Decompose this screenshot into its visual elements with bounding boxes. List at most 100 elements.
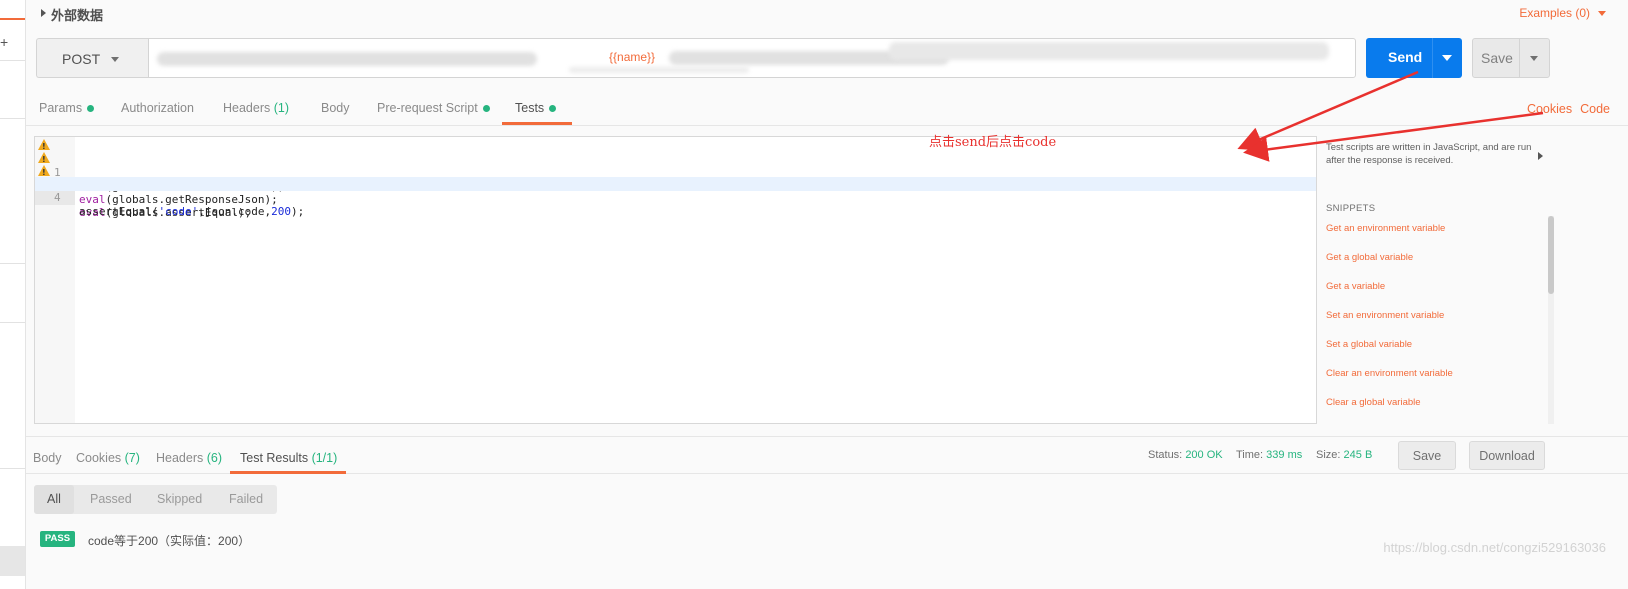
warning-icon	[38, 152, 50, 167]
tests-code-editor[interactable]: 1 eval(globals.assertNotTimeout); 2 eval…	[34, 136, 1317, 424]
tab-tests[interactable]: Tests	[515, 101, 557, 115]
download-button[interactable]: Download	[1469, 441, 1545, 470]
tab-label: Params	[39, 101, 83, 115]
tab-body[interactable]: Body	[321, 101, 350, 115]
tab-response-body[interactable]: Body	[33, 451, 62, 465]
sidebar-selected-item[interactable]	[0, 546, 25, 576]
snippet-link[interactable]: Get a global variable	[1326, 252, 1413, 263]
expand-panel-arrow-icon[interactable]	[1538, 152, 1543, 160]
snippet-link[interactable]: Clear an environment variable	[1326, 368, 1453, 379]
cookies-link[interactable]: Cookies	[1527, 102, 1572, 116]
snippet-link[interactable]: Set an environment variable	[1326, 310, 1444, 321]
filter-passed[interactable]: Passed	[90, 492, 132, 506]
method-select[interactable]: POST	[36, 38, 148, 78]
redacted-url-segment	[569, 67, 749, 73]
tab-test-results[interactable]: Test Results (1/1)	[240, 451, 337, 465]
response-time: Time: 339 ms	[1236, 449, 1302, 461]
new-folder-icon[interactable]: +	[0, 34, 8, 50]
tab-label: Body	[33, 451, 62, 465]
tab-count: (1/1)	[311, 451, 338, 465]
tab-label: Body	[321, 101, 350, 115]
warning-icon	[38, 139, 50, 154]
request-links: Cookies Code	[1527, 102, 1610, 116]
sidebar-divider	[0, 322, 25, 323]
tab-label: Test Results	[240, 451, 312, 465]
tab-count: (6)	[206, 451, 223, 465]
code-text: assertEqual('code',json.code,200);	[79, 205, 305, 218]
save-request-button[interactable]: Save	[1472, 38, 1550, 78]
snippet-link[interactable]: Clear a global variable	[1326, 397, 1421, 408]
redacted-url-segment	[157, 52, 537, 66]
examples-label: Examples (0)	[1519, 6, 1590, 20]
size-value[interactable]: 245 B	[1344, 449, 1373, 461]
active-tab-indicator	[502, 122, 572, 125]
sidebar-active-indicator	[0, 18, 25, 20]
warning-icon	[38, 165, 50, 180]
tab-pre-request-script[interactable]: Pre-request Script	[377, 101, 490, 115]
status-dot-icon	[87, 105, 95, 113]
app-window: + 外部数据 Examples (0) POST {{name}} Send S…	[0, 0, 1628, 589]
size-label: Size:	[1316, 449, 1341, 461]
save-divider	[1519, 39, 1520, 77]
sidebar-divider	[0, 468, 25, 469]
status-value[interactable]: 200 OK	[1185, 449, 1222, 461]
pass-badge: PASS	[40, 531, 75, 547]
button-label: Download	[1479, 449, 1535, 463]
request-name[interactable]: 外部数据	[51, 5, 103, 24]
snippets-scrollbar[interactable]	[1548, 216, 1554, 424]
status-dot-icon	[549, 105, 557, 113]
tab-response-headers[interactable]: Headers (6)	[156, 451, 222, 465]
tab-headers[interactable]: Headers (1)	[223, 101, 289, 115]
snippets-heading: SNIPPETS	[1326, 203, 1376, 214]
response-status: Status: 200 OK	[1148, 449, 1223, 461]
line-number: 4	[35, 191, 75, 205]
annotation-text: 点击send后点击code	[929, 135, 1057, 150]
test-result-text: code等于200（实际值：200）	[88, 534, 251, 548]
send-button[interactable]: Send	[1366, 38, 1462, 78]
watermark: https://blog.csdn.net/congzi529163036	[1383, 540, 1606, 555]
save-options-chevron-icon[interactable]	[1530, 56, 1538, 61]
code-line[interactable]: 3 eval(globals.assertEqual);	[35, 164, 1316, 219]
save-response-button[interactable]: Save	[1398, 441, 1456, 470]
code-line-active[interactable]: 4 assertEqual('code',json.code,200);	[35, 177, 1316, 218]
examples-dropdown[interactable]: Examples (0)	[1519, 6, 1606, 20]
filter-failed[interactable]: Failed	[229, 492, 263, 506]
code-link[interactable]: Code	[1580, 102, 1610, 116]
time-label: Time:	[1236, 449, 1264, 461]
response-size: Size: 245 B	[1316, 449, 1372, 461]
filter-skipped[interactable]: Skipped	[157, 492, 202, 506]
tab-count: (1)	[273, 101, 290, 115]
url-variable: {{name}}	[609, 50, 656, 64]
send-label: Send	[1388, 49, 1423, 65]
code-line[interactable]: 2 eval(globals.getResponseJson);	[35, 151, 1316, 206]
response-tabs: Body Cookies (7) Headers (6) Test Result…	[26, 436, 1628, 474]
url-bar: POST {{name}} Send Save	[36, 38, 1618, 78]
url-input[interactable]: {{name}}	[148, 38, 1356, 78]
snippet-link[interactable]: Set a global variable	[1326, 339, 1412, 350]
scrollbar-thumb[interactable]	[1548, 216, 1554, 294]
request-tabs: Params Authorization Headers (1) Body Pr…	[26, 88, 1628, 126]
tab-label: Headers	[223, 101, 274, 115]
request-builder: 外部数据 Examples (0) POST {{name}} Send Sav…	[26, 0, 1628, 589]
collapse-arrow-icon[interactable]	[41, 9, 46, 17]
sidebar-divider	[0, 263, 25, 264]
snippets-panel: Test scripts are written in JavaScript, …	[1318, 136, 1555, 424]
send-divider	[1432, 38, 1433, 78]
tab-params[interactable]: Params	[39, 101, 95, 115]
code-line[interactable]: 1 eval(globals.assertNotTimeout);	[35, 138, 1316, 193]
tab-authorization[interactable]: Authorization	[121, 101, 194, 115]
tab-response-cookies[interactable]: Cookies (7)	[76, 451, 140, 465]
redacted-url-segment	[889, 42, 1329, 60]
method-label: POST	[62, 51, 101, 67]
request-title-bar: 外部数据 Examples (0)	[26, 0, 1628, 28]
send-options-chevron-icon[interactable]	[1442, 55, 1452, 61]
snippet-link[interactable]: Get an environment variable	[1326, 223, 1445, 234]
tab-label: Pre-request Script	[377, 101, 478, 115]
time-value[interactable]: 339 ms	[1266, 449, 1302, 461]
snippet-link[interactable]: Get a variable	[1326, 281, 1385, 292]
filter-all[interactable]: All	[47, 492, 61, 506]
status-dot-icon	[482, 105, 490, 113]
tab-label: Tests	[515, 101, 545, 115]
tab-label: Cookies	[76, 451, 125, 465]
active-tab-indicator	[230, 471, 346, 474]
